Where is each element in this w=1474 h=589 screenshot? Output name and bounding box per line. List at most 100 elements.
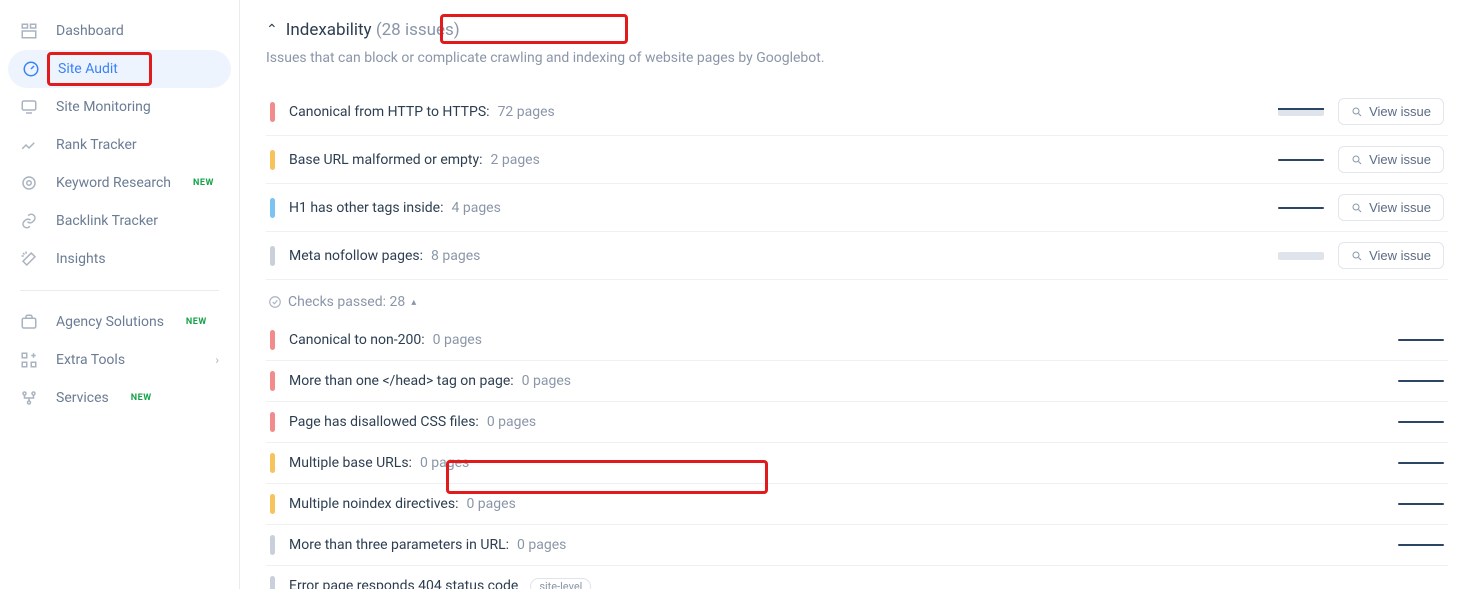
issue-row[interactable]: Error page responds 404 status code site-… — [266, 566, 1448, 589]
issue-row[interactable]: Meta nofollow pages:8 pages View issue — [266, 232, 1448, 280]
main-content: ⌃ Indexability (28 issues) Issues that c… — [240, 0, 1474, 589]
sidebar-item-label: Site Audit — [58, 61, 118, 77]
issue-label: Page has disallowed CSS files: — [289, 414, 479, 430]
search-icon — [1351, 106, 1363, 118]
issue-label: More than three parameters in URL: — [289, 537, 509, 553]
caret-up-icon: ▴ — [411, 297, 416, 308]
issue-count: 0 pages — [487, 414, 536, 430]
view-issue-button[interactable]: View issue — [1338, 98, 1444, 125]
view-issue-label: View issue — [1369, 104, 1431, 119]
severity-critical-icon — [270, 330, 275, 350]
issue-label: Canonical from HTTP to HTTPS: — [289, 104, 490, 120]
sidebar-item-label: Dashboard — [56, 23, 124, 39]
link-icon — [20, 212, 38, 230]
sparkline — [1396, 375, 1444, 387]
gauge-icon — [22, 60, 40, 78]
sidebar-item-label: Agency Solutions — [56, 314, 164, 330]
sparkline — [1276, 250, 1324, 262]
severity-info-icon — [270, 246, 275, 266]
issue-count: 0 pages — [517, 537, 566, 553]
issue-row[interactable]: Multiple base URLs: 0 pages — [266, 443, 1448, 484]
checks-passed-label: Checks passed: 28 — [288, 294, 405, 310]
section-description: Issues that can block or complicate craw… — [266, 50, 1448, 66]
briefcase-icon — [20, 313, 38, 331]
monitor-icon — [20, 98, 38, 116]
issue-row[interactable]: Page has disallowed CSS files: 0 pages — [266, 402, 1448, 443]
severity-notice-icon — [270, 198, 275, 218]
view-issue-button[interactable]: View issue — [1338, 146, 1444, 173]
issue-count: 8 pages — [431, 248, 480, 264]
view-issue-button[interactable]: View issue — [1338, 194, 1444, 221]
sidebar-item-label: Site Monitoring — [56, 99, 151, 115]
issue-row[interactable]: Canonical to non-200:0 pages — [266, 320, 1448, 361]
issue-count: 0 pages — [420, 455, 469, 471]
issue-row[interactable]: More than three parameters in URL: 0 page… — [266, 525, 1448, 566]
sparkline — [1396, 539, 1444, 551]
sparkline — [1276, 154, 1324, 166]
chevron-up-icon: ⌃ — [266, 22, 278, 38]
sidebar-item-site-monitoring[interactable]: Site Monitoring — [0, 88, 239, 126]
sidebar: Dashboard Site Audit Site Monitoring Ran… — [0, 0, 240, 589]
issue-row[interactable]: Base URL malformed or empty: 2 pages View… — [266, 136, 1448, 184]
sparkline — [1396, 457, 1444, 469]
section-header[interactable]: ⌃ Indexability (28 issues) — [266, 20, 1448, 40]
issue-count: 0 pages — [433, 332, 482, 348]
issue-label: Multiple noindex directives: — [289, 496, 458, 512]
severity-warning-icon — [270, 150, 275, 170]
site-level-badge: site-level — [530, 578, 591, 589]
sidebar-item-label: Rank Tracker — [56, 137, 137, 153]
search-icon — [1351, 202, 1363, 214]
sidebar-item-label: Insights — [56, 251, 106, 267]
grid-plus-icon — [20, 351, 38, 369]
issue-row[interactable]: More than one </head> tag on page:0 page… — [266, 361, 1448, 402]
target-icon — [20, 174, 38, 192]
severity-warning-icon — [270, 494, 275, 514]
issue-row[interactable]: H1 has other tags inside: 4 pages View is… — [266, 184, 1448, 232]
sidebar-item-agency-solutions[interactable]: Agency Solutions NEW — [0, 303, 239, 341]
issue-label: H1 has other tags inside: — [289, 200, 444, 216]
sidebar-item-label: Services — [56, 390, 109, 406]
issue-count: 4 pages — [452, 200, 501, 216]
section-title-text: Indexability — [286, 20, 372, 40]
severity-critical-icon — [270, 412, 275, 432]
new-badge: NEW — [193, 178, 214, 188]
issue-count: 2 pages — [491, 152, 540, 168]
sidebar-item-insights[interactable]: Insights — [0, 240, 239, 278]
chevron-right-icon: › — [215, 353, 219, 367]
issue-row[interactable]: Multiple noindex directives: 0 pages — [266, 484, 1448, 525]
view-issue-label: View issue — [1369, 152, 1431, 167]
check-circle-icon — [268, 295, 282, 309]
sidebar-item-services[interactable]: Services NEW — [0, 379, 239, 417]
sidebar-item-keyword-research[interactable]: Keyword Research NEW — [0, 164, 239, 202]
new-badge: NEW — [186, 317, 207, 327]
issue-label: Multiple base URLs: — [289, 455, 412, 471]
view-issue-label: View issue — [1369, 248, 1431, 263]
sidebar-item-rank-tracker[interactable]: Rank Tracker — [0, 126, 239, 164]
sidebar-item-label: Extra Tools — [56, 352, 125, 368]
sidebar-item-backlink-tracker[interactable]: Backlink Tracker — [0, 202, 239, 240]
severity-warning-icon — [270, 453, 275, 473]
view-issue-label: View issue — [1369, 200, 1431, 215]
sidebar-item-dashboard[interactable]: Dashboard — [0, 12, 239, 50]
checks-passed-toggle[interactable]: Checks passed: 28 ▴ — [266, 280, 1448, 320]
divider — [20, 290, 219, 291]
issue-label: Error page responds 404 status code — [289, 578, 518, 589]
wand-icon — [20, 250, 38, 268]
dashboard-icon — [20, 22, 38, 40]
severity-info-icon — [270, 535, 275, 555]
sparkline — [1396, 416, 1444, 428]
view-issue-button[interactable]: View issue — [1338, 242, 1444, 269]
chart-icon — [20, 136, 38, 154]
sparkline — [1396, 334, 1444, 346]
issue-row[interactable]: Canonical from HTTP to HTTPS:72 pages Vi… — [266, 88, 1448, 136]
issue-count: 0 pages — [466, 496, 515, 512]
issue-label: Base URL malformed or empty: — [289, 152, 483, 168]
severity-critical-icon — [270, 102, 275, 122]
search-icon — [1351, 250, 1363, 262]
sidebar-item-label: Backlink Tracker — [56, 213, 158, 229]
issue-label: More than one </head> tag on page: — [289, 373, 514, 389]
sparkline — [1276, 202, 1324, 214]
sidebar-item-site-audit[interactable]: Site Audit — [8, 50, 231, 88]
sidebar-item-extra-tools[interactable]: Extra Tools › — [0, 341, 239, 379]
severity-info-icon — [270, 576, 275, 589]
